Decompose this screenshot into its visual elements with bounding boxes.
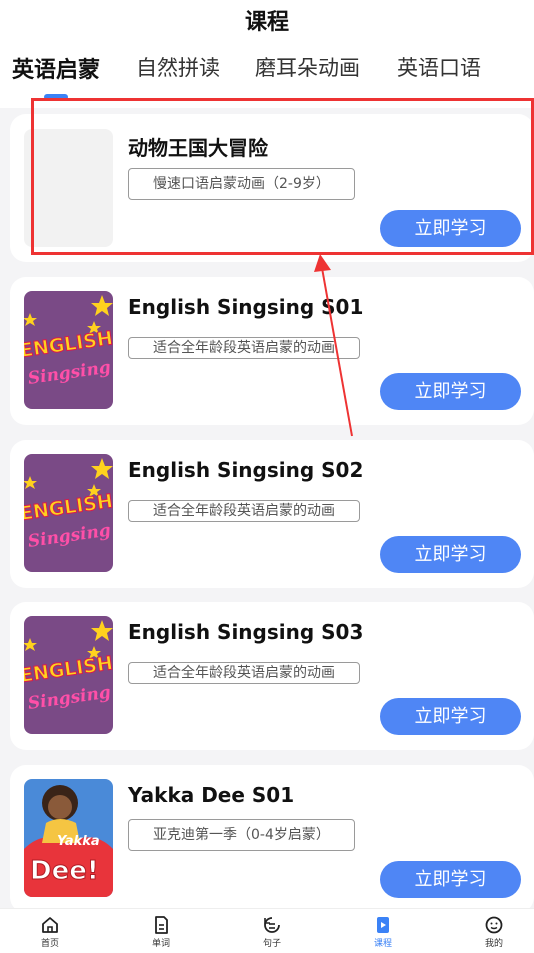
nav-words[interactable]: 单词 <box>131 915 191 949</box>
word-icon <box>155 916 168 934</box>
profile-icon <box>485 916 503 934</box>
home-icon <box>42 917 58 933</box>
bottom-nav: 首页 单词 句子 课程 我的 <box>0 908 534 953</box>
course-icon <box>377 917 389 933</box>
nav-label: 我的 <box>484 939 503 949</box>
nav-home[interactable]: 首页 <box>20 915 80 949</box>
nav-courses[interactable]: 课程 <box>353 915 413 949</box>
nav-profile[interactable]: 我的 <box>464 915 524 949</box>
nav-sentences[interactable]: 句子 <box>242 915 302 949</box>
sentence-icon <box>264 917 280 933</box>
nav-label: 句子 <box>262 939 281 949</box>
nav-label: 首页 <box>40 939 59 949</box>
annotation-arrow <box>314 254 353 437</box>
nav-label: 课程 <box>373 939 392 949</box>
nav-label: 单词 <box>151 939 170 949</box>
